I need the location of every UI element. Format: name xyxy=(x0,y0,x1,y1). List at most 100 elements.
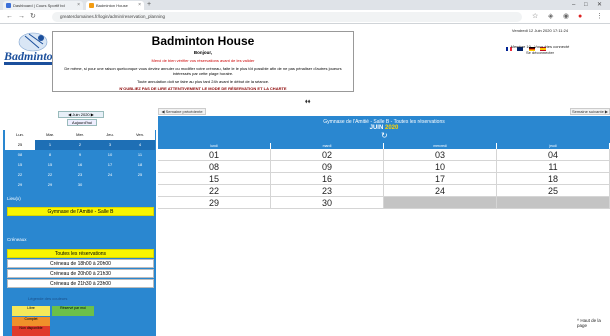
mini-day[interactable] xyxy=(125,180,155,190)
lieu-select[interactable]: Gymnase de l'Amitié - Salle B xyxy=(7,207,154,216)
minimize-icon[interactable]: – xyxy=(572,0,575,10)
calendar-day-cell[interactable]: 30 xyxy=(271,197,384,209)
tab-title: Dashboard | Cours Sportif bd xyxy=(13,3,65,8)
calendar-day-cell[interactable]: 15 xyxy=(158,173,271,185)
browser-toolbar: ← → ↻ greaterdomaines.fr/login/admin/res… xyxy=(0,10,610,24)
calendar-week-row: 22 23 24 25 xyxy=(158,185,610,197)
info-paragraph: De même, si pour une raison quelconque v… xyxy=(64,66,342,76)
calendar-week-row: 01 02 03 04 xyxy=(158,149,610,161)
maximize-icon[interactable]: □ xyxy=(584,0,588,10)
forward-icon[interactable]: → xyxy=(18,12,25,22)
user-status: Membre 10 - Vous êtes connecté xyxy=(510,44,570,49)
calendar-week-row: 29 30 xyxy=(158,197,610,209)
refresh-icon[interactable]: ↻ xyxy=(381,131,388,140)
all-reservations-button[interactable]: Toutes les réservations xyxy=(7,249,154,258)
prev-week-button[interactable]: ◀ Semaine précédente xyxy=(158,108,206,115)
menu-icon[interactable]: ⋮ xyxy=(596,12,603,22)
logout-link[interactable]: Se déconnecter xyxy=(470,50,610,55)
mini-day[interactable]: 3 xyxy=(95,140,125,150)
calendar-day-cell[interactable]: 22 xyxy=(158,185,271,197)
mini-day[interactable]: 18 xyxy=(125,160,155,170)
calendar-empty-cell xyxy=(384,197,497,209)
mini-calendar-month-nav[interactable]: ◀ Juin 2020 ▶ xyxy=(58,111,104,118)
calendar-day-cell[interactable]: 01 xyxy=(158,149,271,161)
mini-day[interactable]: 22 xyxy=(35,170,65,180)
profile-icon[interactable]: ◉ xyxy=(563,12,569,22)
calendar-day-cell[interactable]: 04 xyxy=(497,149,610,161)
mini-day[interactable]: 15 xyxy=(35,160,65,170)
address-bar[interactable]: greaterdomaines.fr/login/admin/reservati… xyxy=(52,12,522,22)
mini-day[interactable]: 10 xyxy=(95,150,125,160)
calendar-day-cell[interactable]: 23 xyxy=(271,185,384,197)
legend-unavailable: Non disponible xyxy=(12,326,50,336)
window-close-icon[interactable]: ✕ xyxy=(597,0,602,10)
week-number[interactable]: 22 xyxy=(5,170,35,180)
calendar-week-row: 08 09 10 11 xyxy=(158,161,610,173)
bookmark-star-icon[interactable]: ☆ xyxy=(532,12,538,22)
tab-close-icon[interactable]: × xyxy=(138,1,141,10)
url-text: greaterdomaines.fr/login/admin/reservati… xyxy=(60,14,166,19)
calendar-day-cell[interactable]: 25 xyxy=(497,185,610,197)
page-title: Badminton House xyxy=(151,34,255,48)
calendar-day-cell[interactable]: 09 xyxy=(271,161,384,173)
calendar-day-cell[interactable]: 02 xyxy=(271,149,384,161)
legend-title: Légende des couleurs xyxy=(28,296,68,301)
legend-free: Libre xyxy=(12,306,50,316)
reload-icon[interactable]: ↻ xyxy=(30,12,36,22)
creneaux-label: Créneaux xyxy=(7,237,27,242)
weekday-label: Mer. xyxy=(65,130,95,140)
mini-day[interactable]: 9 xyxy=(65,150,95,160)
tab-title: Badminton House xyxy=(96,3,128,8)
browser-tab-active[interactable]: Badminton House × xyxy=(86,1,144,10)
week-number[interactable]: 08 xyxy=(5,150,35,160)
weekday-label: Mar. xyxy=(35,130,65,140)
calendar-day-cell[interactable]: 29 xyxy=(158,197,271,209)
sort-arrows-icon[interactable]: ⬧⬧ xyxy=(305,99,310,106)
greeting: Bonjour, xyxy=(193,50,213,55)
slot-button[interactable]: Créneau de 20h00 à 21h30 xyxy=(7,269,154,278)
tab-favicon-icon xyxy=(89,3,94,8)
mini-day[interactable]: 30 xyxy=(65,180,95,190)
calendar-grid: 01 02 03 04 08 09 10 11 15 16 17 18 22 2… xyxy=(158,149,610,209)
mini-day[interactable]: 17 xyxy=(95,160,125,170)
weekday-label: Ven. xyxy=(125,130,155,140)
next-week-button[interactable]: Semaine suivante ▶ xyxy=(570,108,610,115)
mini-day[interactable]: 2 xyxy=(65,140,95,150)
weekday-label: Lun. xyxy=(5,130,35,140)
calendar-day-cell[interactable]: 17 xyxy=(384,173,497,185)
calendar-day-cell[interactable]: 24 xyxy=(384,185,497,197)
calendar-day-cell[interactable]: 03 xyxy=(384,149,497,161)
week-number[interactable]: 29 xyxy=(5,180,35,190)
week-number[interactable]: 25 xyxy=(5,140,35,150)
browser-tab[interactable]: Dashboard | Cours Sportif bd × xyxy=(3,1,83,10)
calendar-day-cell[interactable]: 16 xyxy=(271,173,384,185)
back-to-top-link[interactable]: ^ Haut de la page xyxy=(577,318,607,328)
tab-close-icon[interactable]: × xyxy=(77,1,80,10)
mini-day[interactable]: 25 xyxy=(125,170,155,180)
mini-day[interactable]: 24 xyxy=(95,170,125,180)
calendar-day-cell[interactable]: 08 xyxy=(158,161,271,173)
extension-icon[interactable]: ◈ xyxy=(548,12,553,22)
week-number[interactable]: 15 xyxy=(5,160,35,170)
mini-day[interactable]: 4 xyxy=(125,140,155,150)
mini-day[interactable]: 29 xyxy=(35,180,65,190)
charter-reminder[interactable]: N'OUBLIEZ PAS DE LIRE ATTENTIVEMENT LE M… xyxy=(56,86,350,91)
extension-red-icon[interactable]: ● xyxy=(578,12,582,22)
legend-mine: Réservé par moi xyxy=(52,306,94,316)
mini-day[interactable]: 11 xyxy=(125,150,155,160)
new-tab-button[interactable]: + xyxy=(147,0,151,10)
slot-button[interactable]: Créneau de 21h30 à 23h00 xyxy=(7,279,154,288)
mini-day[interactable] xyxy=(95,180,125,190)
cancel-info: Toute annulation doit se faire au plus t… xyxy=(136,79,270,84)
today-button[interactable]: Aujourd'hui xyxy=(67,119,97,126)
calendar-day-cell[interactable]: 18 xyxy=(497,173,610,185)
mini-day[interactable]: 23 xyxy=(65,170,95,180)
back-icon[interactable]: ← xyxy=(6,12,13,22)
mini-day[interactable]: 8 xyxy=(35,150,65,160)
slot-button[interactable]: Créneau de 18h00 à 20h00 xyxy=(7,259,154,268)
lieu-label: Lieu(x) xyxy=(7,196,21,201)
calendar-day-cell[interactable]: 11 xyxy=(497,161,610,173)
mini-day[interactable]: 1 xyxy=(35,140,65,150)
calendar-day-cell[interactable]: 10 xyxy=(384,161,497,173)
mini-day[interactable]: 16 xyxy=(65,160,95,170)
